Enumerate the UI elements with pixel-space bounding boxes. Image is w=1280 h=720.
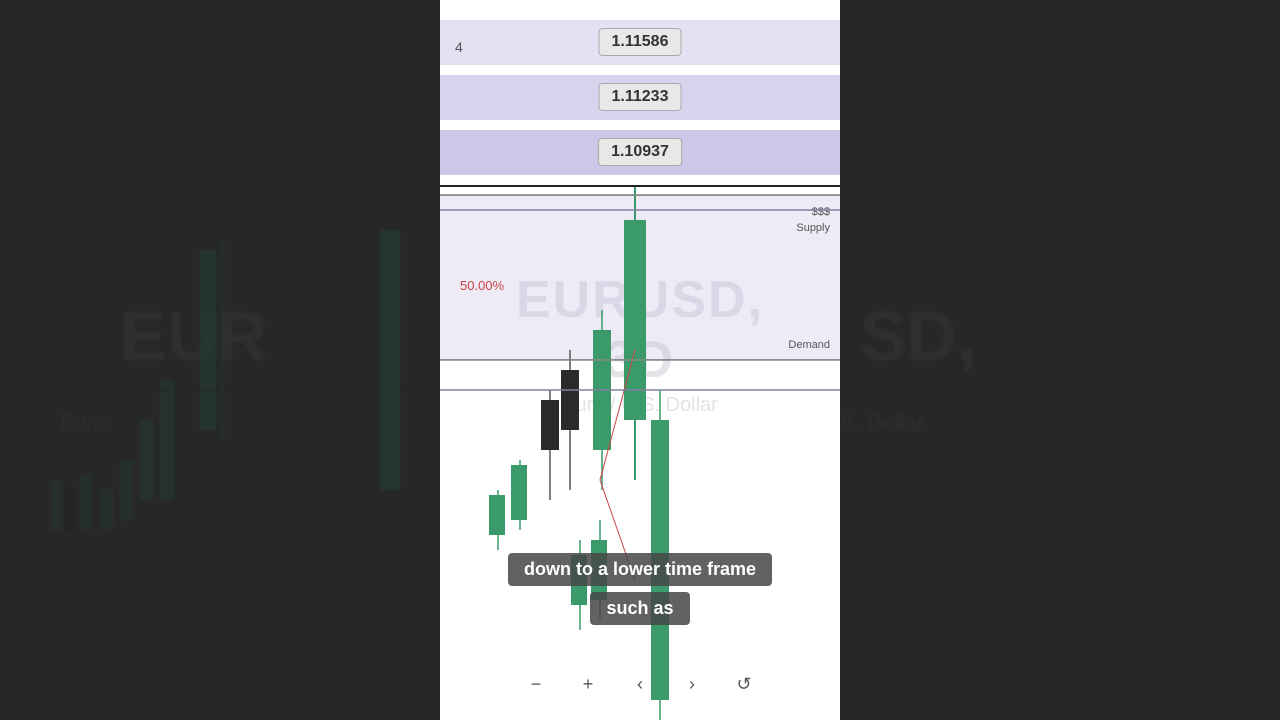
svg-text:EUR: EUR — [120, 297, 268, 375]
screen: EUR Euro — [0, 0, 1280, 720]
arrow-left-button[interactable]: ‹ — [624, 668, 656, 700]
svg-text:SD,: SD, — [860, 297, 977, 375]
caption-line-2: such as — [590, 592, 689, 625]
zoom-in-button[interactable]: + — [572, 668, 604, 700]
svg-text:4: 4 — [455, 39, 463, 55]
phone-screen: 1.11586 1.11233 1.10937 $$$ Supply 50.00… — [440, 0, 840, 720]
svg-text:Demand: Demand — [850, 444, 945, 471]
price-box-3: 1.10937 — [598, 138, 682, 166]
svg-text:Euro: Euro — [60, 410, 106, 435]
caption-overlay: down to a lower time frame such as — [440, 553, 840, 625]
zoom-out-button[interactable]: − — [520, 668, 552, 700]
refresh-button[interactable]: ↺ — [728, 668, 760, 700]
svg-text:S. Dollar: S. Dollar — [840, 410, 924, 435]
bottom-toolbar: − + ‹ › ↺ — [440, 668, 840, 700]
price-box-2: 1.11233 — [599, 83, 682, 111]
bg-left-panel: EUR Euro — [0, 0, 440, 720]
caption-line-1: down to a lower time frame — [508, 553, 772, 586]
arrow-right-button[interactable]: › — [676, 668, 708, 700]
bg-right-panel: SD, S. Dollar Demand — [840, 0, 1280, 720]
divider-line — [440, 185, 840, 187]
price-box-1: 1.11586 — [599, 28, 682, 56]
